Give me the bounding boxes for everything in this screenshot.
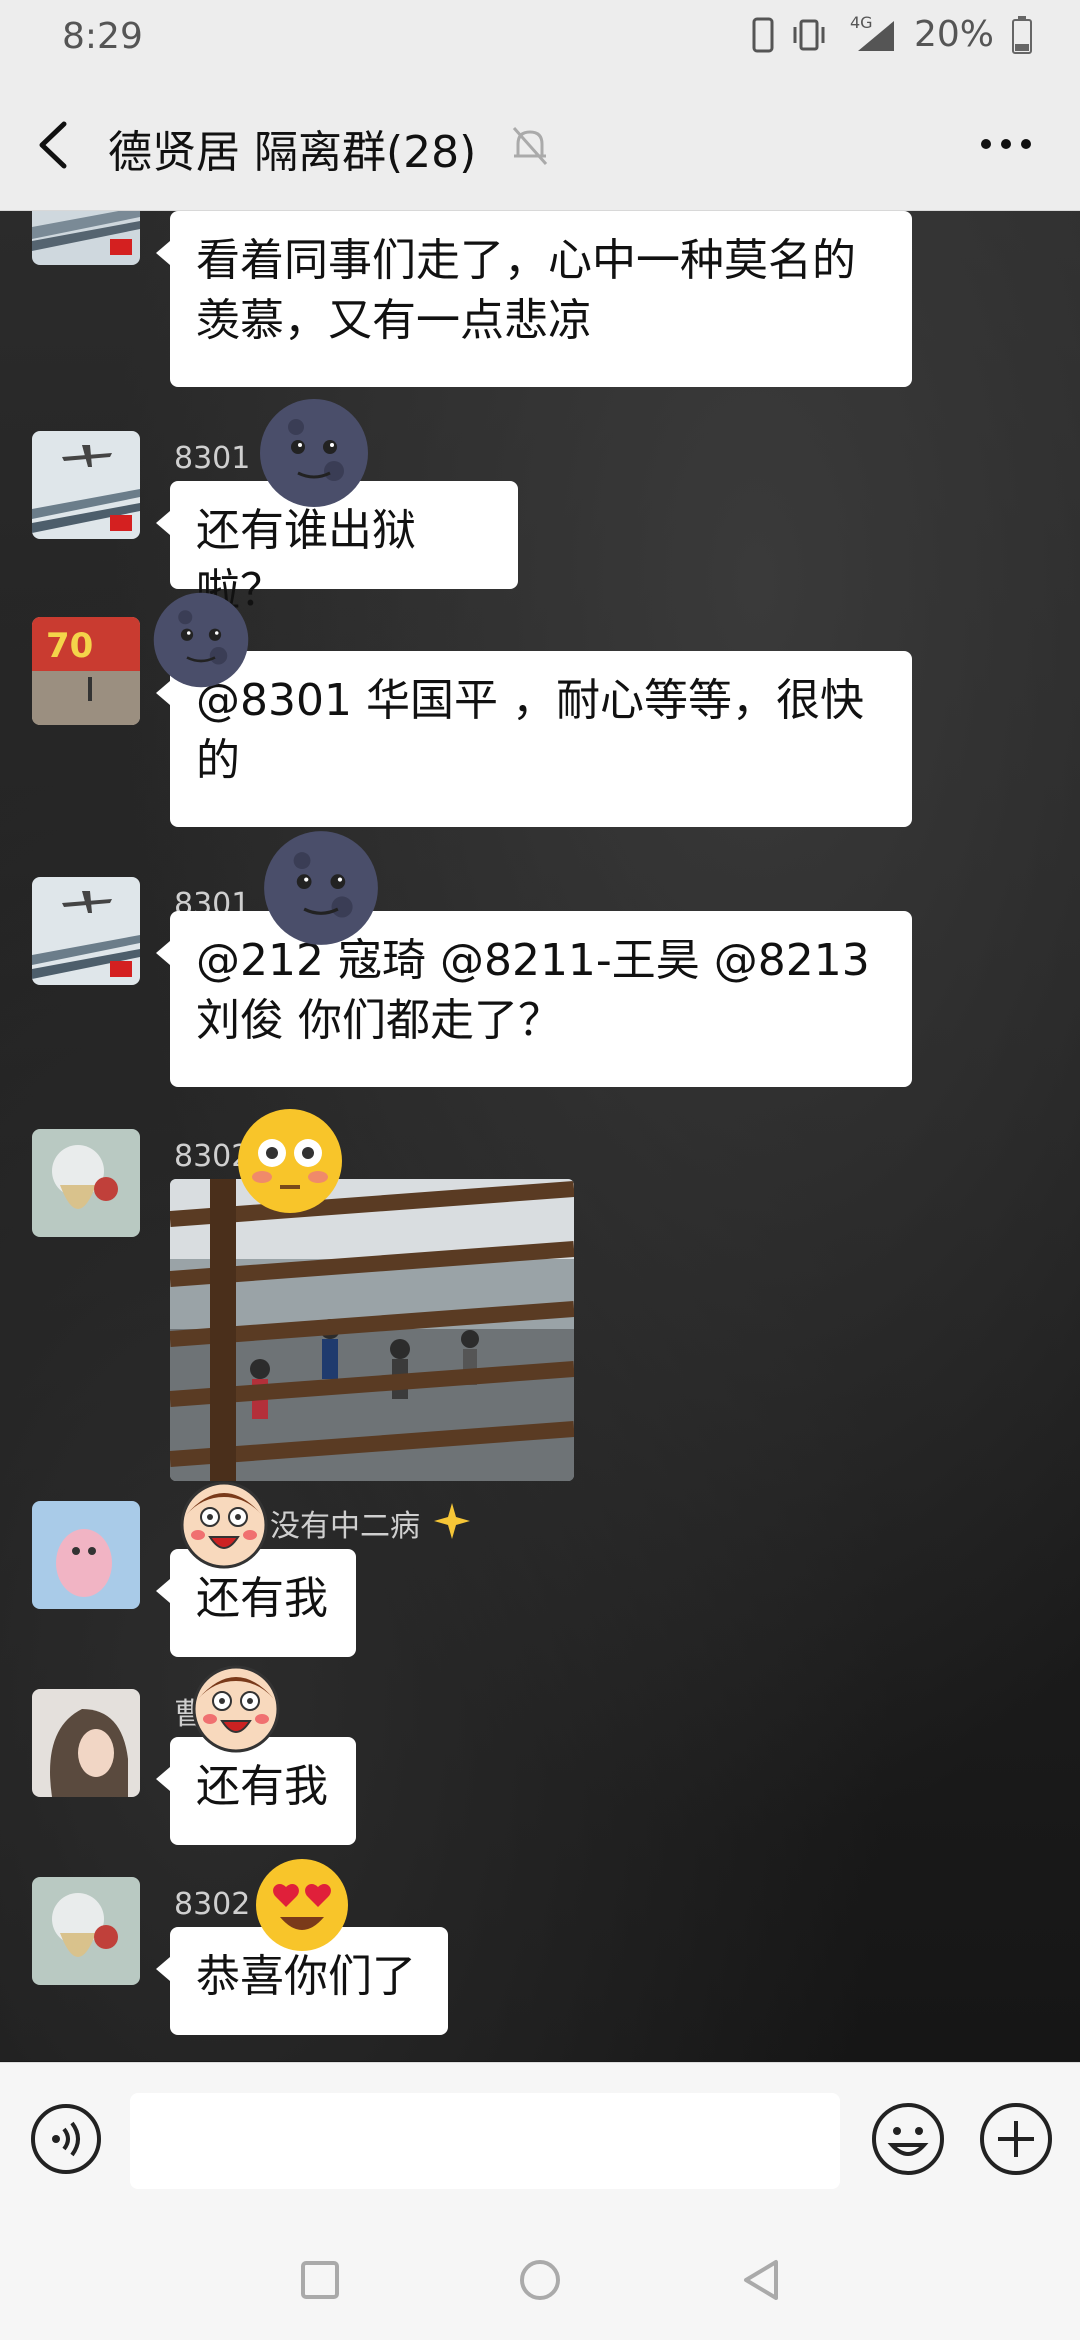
heart-eyes-icon <box>256 1859 348 1951</box>
chevron-left-icon[interactable] <box>34 120 74 170</box>
svg-text:70: 70 <box>46 626 93 666</box>
status-bar: 8:29 4G 20% <box>0 0 1080 80</box>
vibrate-icon <box>793 19 825 50</box>
message-text: 羡慕，又有一点悲凉 <box>196 295 592 346</box>
sender-name: 没有中二病 <box>270 1509 420 1544</box>
message-text: 还有我 <box>196 1573 328 1624</box>
chat-header: 德贤居 隔离群(28) <box>0 80 1080 211</box>
message-text: @8301 华国平 ，耐心等等，很快 <box>196 675 864 726</box>
message-text: 看着同事们走了，心中一种莫名的 <box>196 235 856 286</box>
message-text: 还有我 <box>196 1761 328 1812</box>
sender-name: 8301 <box>174 441 251 476</box>
emoji-icon[interactable] <box>870 2101 946 2177</box>
avatar[interactable] <box>32 877 140 985</box>
photo-railing[interactable] <box>170 1179 574 1481</box>
avatar[interactable] <box>32 1877 140 1985</box>
more-dots-icon[interactable] <box>978 136 1034 152</box>
avatar[interactable] <box>32 1689 140 1797</box>
status-icons: 4G 20% <box>752 13 1032 55</box>
message-text: 刘俊 你们都走了？ <box>196 995 562 1046</box>
battery-icon <box>1012 15 1032 54</box>
sender-name: 8302 <box>174 1887 251 1922</box>
home-icon[interactable] <box>518 2258 562 2302</box>
message-bubble[interactable]: 看着同事们走了，心中一种莫名的 羡慕，又有一点悲凉 <box>156 211 912 387</box>
system-nav-bar <box>0 2222 1080 2340</box>
grinning-face-icon <box>192 1665 280 1753</box>
sparkle-icon <box>434 1503 470 1539</box>
recent-apps-icon[interactable] <box>300 2260 340 2300</box>
message-input[interactable] <box>130 2093 840 2189</box>
input-bar <box>0 2062 1080 2223</box>
chat-title: 德贤居 隔离群(28) <box>108 127 477 178</box>
grinning-face-icon <box>180 1481 268 1569</box>
avatar[interactable] <box>32 1129 140 1237</box>
new-moon-face-icon <box>264 831 378 945</box>
message-text: 恭喜你们了 <box>196 1951 416 2002</box>
avatar[interactable]: 70 <box>32 617 140 725</box>
bell-off-icon <box>512 127 548 165</box>
signal-4g-icon: 4G <box>844 13 896 53</box>
new-moon-face-icon <box>153 592 249 688</box>
voice-icon[interactable] <box>30 2103 102 2175</box>
flushed-face-icon <box>238 1109 342 1213</box>
phone-icon <box>752 17 774 52</box>
avatar[interactable] <box>32 211 140 265</box>
plus-icon[interactable] <box>978 2101 1054 2177</box>
status-time: 8:29 <box>62 16 143 57</box>
chat-area[interactable]: 看着同事们走了，心中一种莫名的 羡慕，又有一点悲凉 8301 还有谁出狱啦？ 7… <box>0 211 1080 2061</box>
message-bubble[interactable]: @8301 华国平 ，耐心等等，很快 的 <box>156 651 912 827</box>
nav-back-icon[interactable] <box>740 2258 784 2302</box>
battery-percent: 20% <box>913 14 994 55</box>
message-text: 的 <box>196 735 240 786</box>
new-moon-face-icon <box>260 399 368 507</box>
avatar[interactable] <box>32 1501 140 1609</box>
avatar[interactable] <box>32 431 140 539</box>
